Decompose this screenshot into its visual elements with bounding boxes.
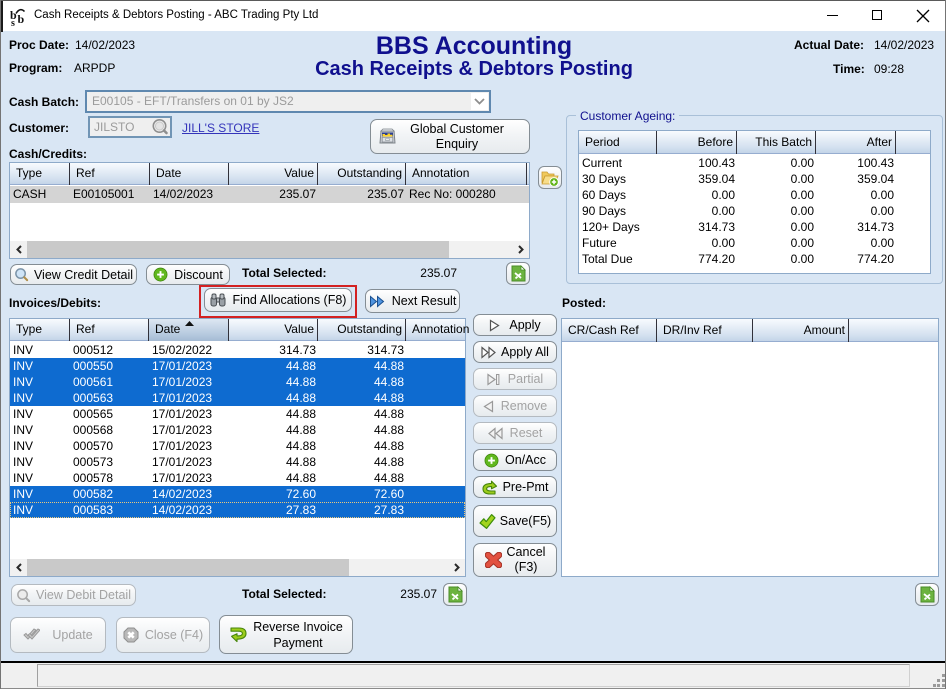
svg-text:b: b (18, 12, 25, 26)
svg-text:s: s (11, 18, 15, 26)
